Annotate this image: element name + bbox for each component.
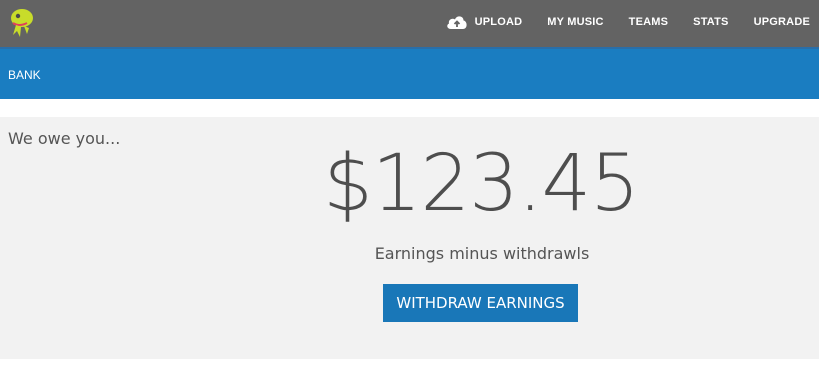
nav-upgrade[interactable]: UPGRADE (754, 16, 810, 28)
nav-teams[interactable]: TEAMS (629, 16, 669, 28)
earnings-panel: We owe you... $123.45 Earnings minus wit… (0, 117, 819, 359)
nav-stats-label: STATS (693, 16, 729, 28)
nav-my-music-label: MY MUSIC (547, 16, 604, 28)
withdraw-earnings-button[interactable]: WITHDRAW EARNINGS (383, 284, 578, 322)
nav-teams-label: TEAMS (628, 16, 669, 28)
top-navigation-bar: UPLOAD MY MUSIC TEAMS STATS UPGRADE (0, 0, 819, 47)
section-title: BANK (8, 68, 41, 82)
balance-amount: $123.45 (323, 139, 640, 229)
frog-logo-icon[interactable] (7, 7, 35, 39)
main-nav: UPLOAD MY MUSIC TEAMS STATS UPGRADE (446, 0, 810, 44)
nav-my-music[interactable]: MY MUSIC (547, 16, 603, 28)
nav-stats[interactable]: STATS (693, 16, 728, 28)
cloud-upload-icon (446, 16, 467, 29)
owe-label: We owe you... (8, 129, 121, 148)
section-title-bar: BANK (0, 47, 819, 99)
nav-upload[interactable]: UPLOAD (446, 14, 523, 30)
nav-upload-label: UPLOAD (474, 16, 523, 28)
balance-subtitle: Earnings minus withdrawls (374, 244, 590, 263)
nav-upgrade-label: UPGRADE (753, 16, 810, 28)
